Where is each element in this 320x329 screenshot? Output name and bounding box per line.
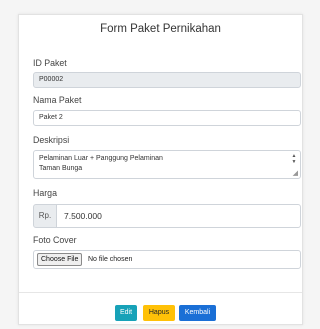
form-title: Form Paket Pernikahan (100, 23, 221, 35)
scroll-down-icon[interactable]: ▼ (291, 159, 297, 165)
nama-paket-label: Nama Paket (33, 95, 82, 105)
deskripsi-line-2: Taman Bunga (39, 164, 83, 172)
foto-cover-file-input: Choose File No file chosen (33, 250, 301, 269)
harga-value: 7.500.000 (64, 211, 102, 221)
harga-field[interactable]: 7.500.000 (56, 204, 301, 228)
deskripsi-textarea[interactable]: Pelaminan Luar + Panggung Pelaminan Tama… (33, 150, 301, 179)
foto-cover-label: Foto Cover (33, 235, 77, 245)
footer-divider (19, 292, 302, 293)
id-paket-label: ID Paket (33, 58, 67, 68)
nama-paket-field[interactable]: Paket 2 (33, 110, 301, 126)
hapus-button[interactable]: Hapus (143, 305, 175, 321)
nama-paket-value: Paket 2 (39, 114, 63, 121)
harga-label: Harga (33, 188, 57, 198)
edit-button[interactable]: Edit (115, 305, 137, 321)
choose-file-button[interactable]: Choose File (37, 253, 83, 266)
kembali-button[interactable]: Kembali (179, 305, 216, 321)
file-status-text: No file chosen (88, 256, 133, 263)
form-card: Form Paket Pernikahan ID Paket P00002 Na… (18, 14, 303, 325)
harga-input-group: Rp. 7.500.000 (33, 204, 301, 228)
id-paket-field: P00002 (33, 72, 301, 88)
resize-grip-icon[interactable]: ◢ (293, 170, 298, 177)
textarea-scroll-arrows[interactable]: ▲ ▼ (291, 153, 297, 165)
deskripsi-line-1: Pelaminan Luar + Panggung Pelaminan (39, 155, 163, 162)
currency-prefix: Rp. (33, 204, 57, 228)
deskripsi-label: Deskripsi (33, 135, 70, 145)
